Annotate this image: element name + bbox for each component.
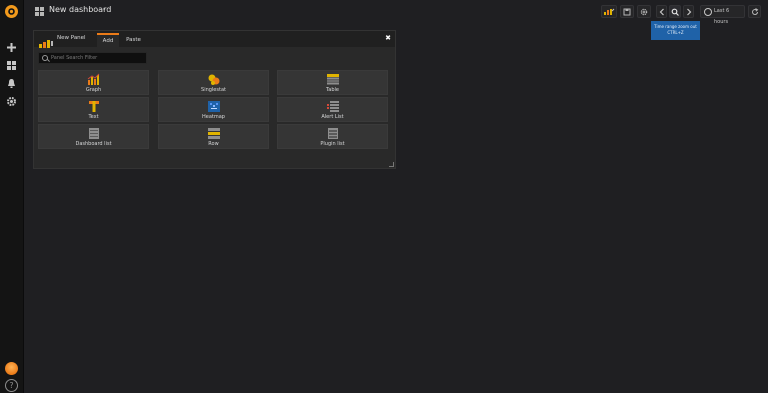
panel-title: New Panel [57,35,86,41]
graph-icon [87,73,100,85]
add-panel-button[interactable] [601,5,617,18]
card-label: Graph [85,87,102,93]
tooltip-shortcut: CTRL+Z [667,30,684,35]
time-picker-button[interactable]: Last 6 hours [700,5,745,25]
table-icon [327,74,339,85]
panel-type-singlestat[interactable]: Singlestat [158,70,269,95]
grafana-logo-icon[interactable] [4,4,19,19]
heatmap-icon [208,101,220,112]
tab-add[interactable]: Add [97,33,119,47]
dashboards-icon[interactable] [6,60,17,71]
alert-list-icon [327,101,339,112]
dashboard-title[interactable]: New dashboard [49,5,111,14]
zoom-out-tooltip: Time range zoom out CTRL+Z [651,21,700,40]
save-button[interactable] [620,5,634,18]
time-shift-forward-button[interactable] [683,5,694,18]
singlestat-icon [208,74,220,85]
card-label: Text [88,114,99,120]
plus-icon[interactable] [6,42,17,53]
card-label: Table [326,87,339,93]
time-shift-back-button[interactable] [656,5,667,18]
time-range-label: Last 6 hours [714,8,730,25]
card-label: Plugin list [320,141,345,147]
help-icon[interactable]: ? [5,379,18,392]
resize-handle[interactable] [389,162,394,167]
new-panel: New Panel Add Paste ✖ Graph Singlestat T… [33,30,396,169]
search-icon [42,55,48,61]
panel-type-heatmap[interactable]: Heatmap [158,97,269,122]
chevron-down-icon[interactable]: ▾ [103,7,106,13]
card-label: Dashboard list [75,141,112,147]
settings-button[interactable] [637,5,651,18]
panel-search [38,52,147,64]
card-label: Heatmap [202,114,225,120]
tab-paste[interactable]: Paste [122,33,145,47]
panel-type-text[interactable]: Text [38,97,149,122]
clock-icon [704,8,712,16]
panel-type-dashboard-list[interactable]: Dashboard list [38,124,149,149]
dashboard-grid-icon [35,7,44,16]
panel-type-row[interactable]: Row [158,124,269,149]
refresh-button[interactable] [748,5,761,18]
close-icon[interactable]: ✖ [385,34,391,42]
panel-type-alert-list[interactable]: Alert List [277,97,388,122]
dashboard-list-icon [89,128,99,139]
avatar[interactable] [5,362,18,375]
text-icon [89,101,99,112]
row-icon [208,128,220,139]
zoom-out-button[interactable] [669,5,681,18]
panel-type-plugin-list[interactable]: Plugin list [277,124,388,149]
sidebar: ? [0,0,24,393]
panel-header: New Panel Add Paste ✖ [34,31,395,48]
card-label: Row [208,141,219,147]
add-panel-icon [38,34,54,53]
plugin-list-icon [328,128,338,139]
bell-icon[interactable] [6,78,17,89]
gear-icon[interactable] [6,96,17,107]
panel-search-input[interactable] [51,53,143,63]
card-label: Singlestat [201,87,226,93]
panel-type-table[interactable]: Table [277,70,388,95]
card-label: Alert List [321,114,344,120]
panel-type-graph[interactable]: Graph [38,70,149,95]
